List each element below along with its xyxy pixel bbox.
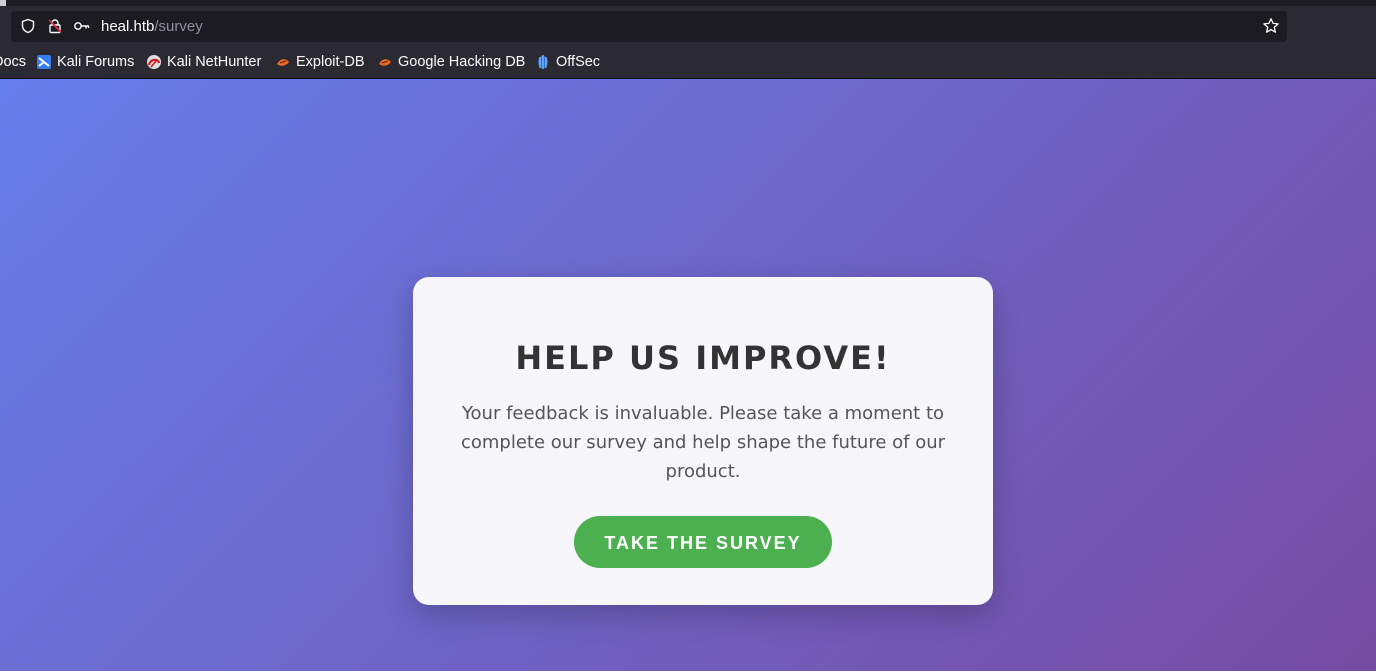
shield-icon[interactable] bbox=[19, 17, 37, 35]
bookmark-label: Docs bbox=[0, 54, 27, 70]
bookmark-star-icon[interactable] bbox=[1262, 17, 1280, 35]
exploit-db-icon bbox=[275, 54, 291, 70]
bookmark-docs[interactable]: Docs bbox=[0, 51, 26, 73]
ghdb-icon bbox=[377, 54, 393, 70]
nethunter-icon bbox=[146, 54, 162, 70]
key-icon[interactable] bbox=[73, 17, 91, 35]
bookmark-kali-forums[interactable]: Kali Forums bbox=[36, 51, 134, 73]
url-text[interactable]: heal.htb/survey bbox=[101, 11, 203, 42]
url-path: /survey bbox=[154, 18, 203, 35]
bookmark-label: Exploit-DB bbox=[296, 54, 365, 70]
bookmark-exploit-db[interactable]: Exploit-DB bbox=[275, 51, 365, 73]
bookmark-label: Kali Forums bbox=[57, 54, 135, 70]
bookmark-kali-nethunter[interactable]: Kali NetHunter bbox=[146, 51, 261, 73]
address-bar[interactable]: heal.htb/survey bbox=[11, 11, 1287, 42]
card-description: Your feedback is invaluable. Please take… bbox=[460, 403, 946, 482]
bookmark-label: OffSec bbox=[556, 54, 601, 70]
bookmark-offsec[interactable]: OffSec bbox=[535, 51, 600, 73]
url-host: heal.htb bbox=[101, 18, 155, 35]
browser-toolbar: heal.htb/survey Docs Kali Forums Kali Ne… bbox=[0, 6, 1376, 79]
bookmarks-toolbar: Docs Kali Forums Kali NetHunter Exploit-… bbox=[0, 51, 1376, 73]
kali-forums-icon bbox=[36, 54, 52, 70]
bookmark-label: Kali NetHunter bbox=[167, 54, 262, 70]
card-title: HELP US IMPROVE! bbox=[515, 339, 891, 377]
page-background: HELP US IMPROVE! Your feedback is invalu… bbox=[0, 79, 1376, 671]
take-survey-button[interactable]: TAKE THE SURVEY bbox=[574, 516, 832, 568]
survey-card: HELP US IMPROVE! Your feedback is invalu… bbox=[413, 277, 993, 605]
bookmark-label: Google Hacking DB bbox=[398, 54, 526, 70]
insecure-lock-icon[interactable] bbox=[46, 17, 64, 35]
offsec-icon bbox=[535, 54, 551, 70]
bookmark-google-hacking-db[interactable]: Google Hacking DB bbox=[377, 51, 525, 73]
